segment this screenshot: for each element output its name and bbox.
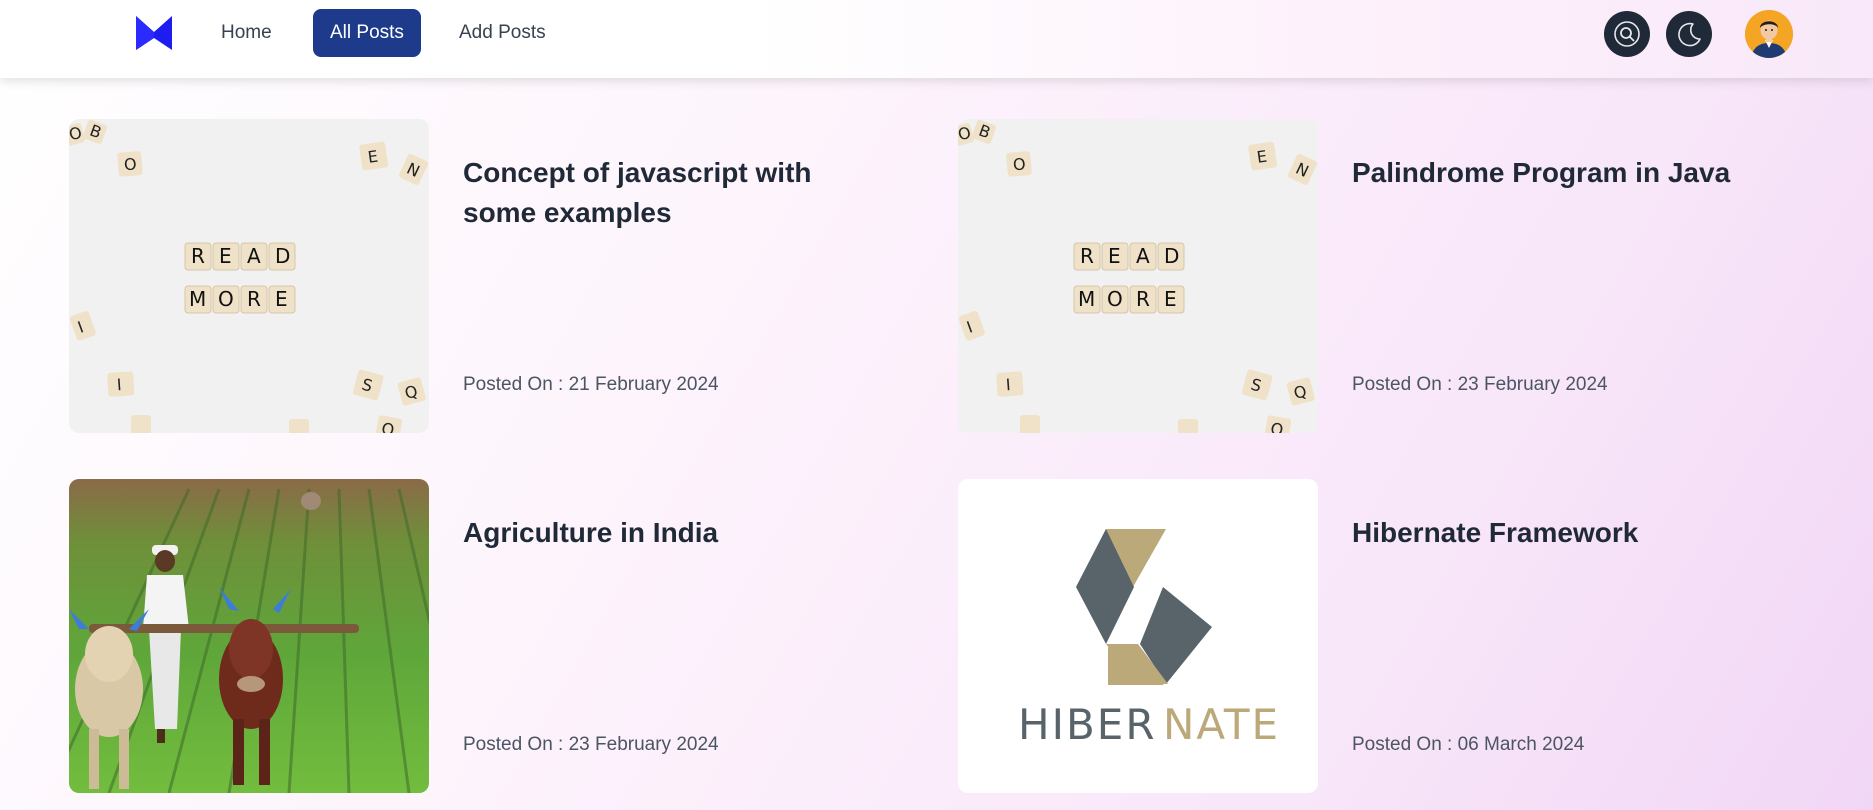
- svg-text:R: R: [247, 287, 261, 311]
- user-avatar[interactable]: [1745, 10, 1793, 58]
- svg-text:d: d: [1046, 119, 1056, 120]
- svg-text:O: O: [380, 419, 396, 433]
- post-title[interactable]: Concept of javascript with some examples: [463, 153, 883, 233]
- moon-icon: [1678, 22, 1701, 47]
- nav-link-all-posts[interactable]: All Posts: [313, 9, 421, 57]
- nav-link-add-posts[interactable]: Add Posts: [443, 9, 562, 57]
- svg-text:E: E: [1108, 244, 1121, 268]
- post-title[interactable]: Agriculture in India: [463, 513, 883, 553]
- post-date: Posted On : 06 March 2024: [1352, 734, 1585, 755]
- svg-text:O: O: [218, 287, 234, 311]
- svg-text:M: M: [1078, 287, 1095, 311]
- post-card[interactable]: HIBER NATE Hibernate Framework Posted On…: [958, 479, 1818, 795]
- svg-text:E: E: [275, 287, 288, 311]
- svg-text:O: O: [123, 154, 137, 174]
- svg-text:R: R: [1136, 287, 1150, 311]
- post-image-farmer[interactable]: [69, 479, 429, 793]
- svg-text:D: D: [1164, 244, 1179, 268]
- post-card[interactable]: O B O d E N I I S Q O R E A D M O: [958, 119, 1818, 435]
- theme-toggle-button[interactable]: [1666, 11, 1712, 57]
- svg-text:R: R: [1080, 244, 1094, 268]
- nav-link-home[interactable]: Home: [205, 9, 288, 57]
- post-card[interactable]: Agriculture in India Posted On : 23 Febr…: [69, 479, 929, 795]
- m-logo-icon[interactable]: [136, 16, 172, 50]
- navbar: Home All Posts Add Posts: [0, 0, 1873, 78]
- hibernate-logo-text-nate: NATE: [1163, 700, 1280, 749]
- svg-text:O: O: [1012, 154, 1026, 174]
- search-button[interactable]: [1604, 11, 1650, 57]
- svg-text:E: E: [1164, 287, 1177, 311]
- svg-text:A: A: [1136, 244, 1150, 268]
- post-image-hibernate-logo[interactable]: HIBER NATE: [958, 479, 1318, 793]
- svg-text:A: A: [247, 244, 261, 268]
- svg-text:d: d: [157, 119, 167, 120]
- hibernate-logo-text-hiber: HIBER: [1018, 700, 1157, 749]
- post-image-read-more[interactable]: O B O d E N I I S Q O R E A D M O: [958, 119, 1318, 433]
- post-card[interactable]: O B O d E N I I S Q O R E A D M O: [69, 119, 929, 435]
- svg-text:D: D: [275, 244, 290, 268]
- post-image-read-more[interactable]: O B O d E N I I S Q O R E A D M O: [69, 119, 429, 433]
- svg-text:R: R: [191, 244, 205, 268]
- svg-text:O: O: [1269, 419, 1285, 433]
- post-date: Posted On : 23 February 2024: [1352, 374, 1608, 395]
- svg-text:O: O: [1107, 287, 1123, 311]
- post-title[interactable]: Hibernate Framework: [1352, 513, 1772, 553]
- post-title[interactable]: Palindrome Program in Java: [1352, 153, 1772, 193]
- post-date: Posted On : 21 February 2024: [463, 374, 719, 395]
- post-date: Posted On : 23 February 2024: [463, 734, 719, 755]
- svg-text:E: E: [219, 244, 232, 268]
- svg-text:M: M: [189, 287, 206, 311]
- search-icon: [1614, 21, 1640, 47]
